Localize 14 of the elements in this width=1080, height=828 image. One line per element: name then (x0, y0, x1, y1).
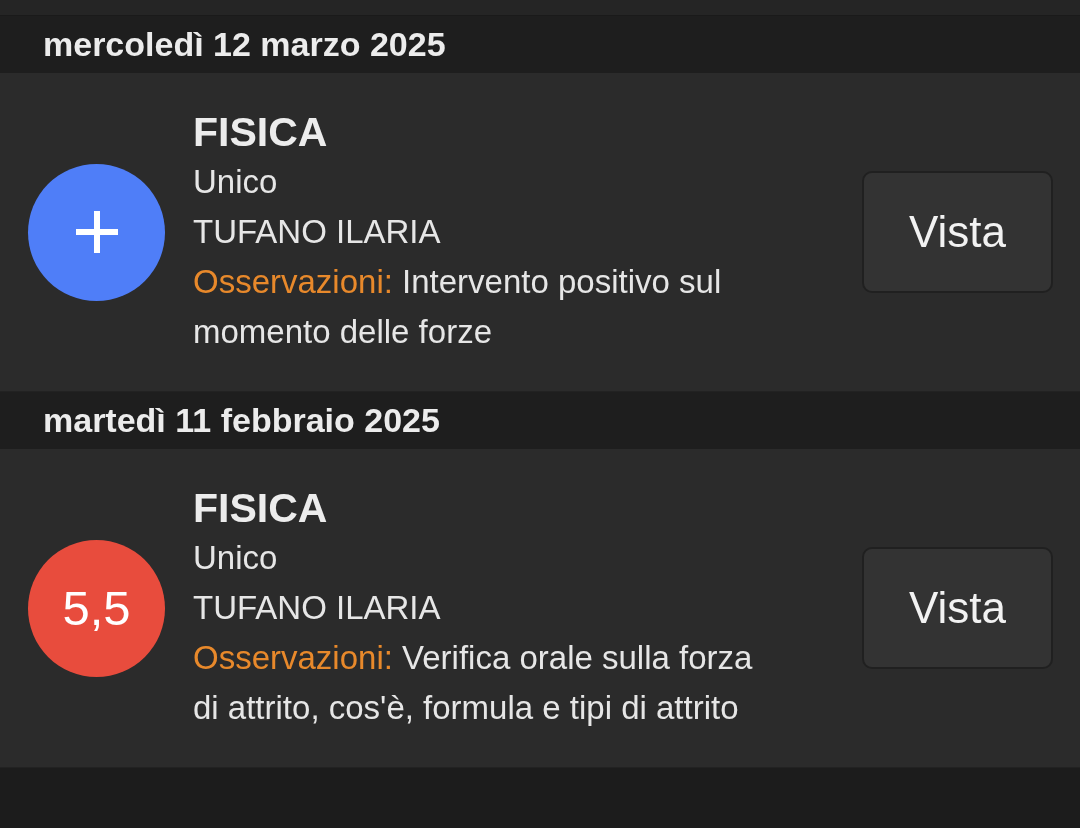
view-button[interactable]: Vista (862, 171, 1053, 293)
grade-type: Unico (193, 538, 279, 578)
subject-title: FISICA (193, 484, 329, 533)
date-heading: mercoledì 12 marzo 2025 (43, 25, 446, 64)
observation-text: Osservazioni: Intervento positivo sul momento delle forze (193, 262, 723, 352)
teacher-name: TUFANO ILARIA (193, 212, 442, 252)
grade-type: Unico (193, 162, 279, 202)
observation-text: Osservazioni: Verifica orale sulla forza di attrito, cos'è, formula e tipi di attrito (193, 638, 753, 728)
grade-badge: 5,5 (28, 539, 165, 677)
view-button[interactable]: Vista (862, 547, 1053, 669)
subject-title: FISICA (193, 108, 329, 157)
date-heading: martedì 11 febbraio 2025 (43, 401, 440, 440)
plus-icon (73, 209, 120, 255)
teacher-name: TUFANO ILARIA (193, 588, 442, 628)
